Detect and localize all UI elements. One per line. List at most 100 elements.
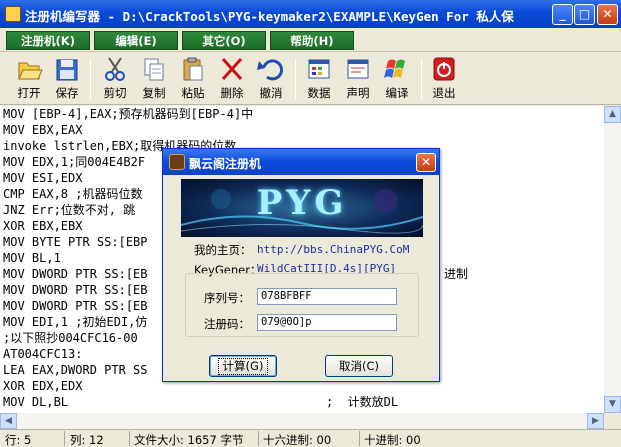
- serial-field[interactable]: 078BFBFF: [257, 288, 397, 305]
- keygen-app-icon: [169, 154, 185, 170]
- pyg-banner: PYG: [181, 179, 423, 237]
- exit-button[interactable]: 退出: [427, 55, 461, 103]
- dialog-titlebar[interactable]: 飘云阁注册机 ✕: [163, 149, 439, 175]
- cut-label: 剪切: [103, 86, 127, 100]
- main-titlebar[interactable]: 注册机编写器 - D:\CrackTools\PYG-keymaker2\EXA…: [0, 0, 621, 28]
- save-label: 保存: [55, 86, 79, 100]
- horizontal-scrollbar[interactable]: ◀ ▶: [0, 413, 604, 429]
- copy-label: 复制: [142, 86, 166, 100]
- compile-button[interactable]: 编译: [380, 55, 414, 103]
- keygen-dialog: 飘云阁注册机 ✕ PYG 我的主页： http://bbs.ChinaPYG.C…: [162, 148, 440, 382]
- code-line: JNZ Err;位数不对, 跳: [3, 203, 136, 217]
- delete-x-icon: [221, 57, 243, 81]
- undo-label: 撤消: [259, 86, 283, 100]
- open-button[interactable]: 打开: [12, 55, 46, 103]
- status-hex: 十六进制: 00: [263, 433, 332, 447]
- homepage-label: 我的主页：: [194, 243, 252, 257]
- menu-bar: 注册机(K) 编辑(E) 其它(O) 帮助(H): [0, 28, 621, 52]
- menu-help[interactable]: 帮助(H): [270, 31, 354, 50]
- status-divider: [129, 431, 130, 446]
- code-line: MOV DWORD PTR SS:[EB: [3, 299, 148, 313]
- scissors-icon: [105, 57, 125, 81]
- code-line: XOR EDX,EDX: [3, 379, 83, 393]
- undo-icon: [257, 59, 283, 81]
- menu-edit[interactable]: 编辑(E): [94, 31, 178, 50]
- scrollbar-corner: [604, 413, 621, 429]
- open-folder-icon: [18, 62, 43, 80]
- copy-icon: [144, 58, 164, 81]
- close-button[interactable]: ✕: [597, 4, 618, 25]
- scroll-left-arrow-icon[interactable]: ◀: [0, 413, 17, 429]
- copy-button[interactable]: 复制: [137, 55, 171, 103]
- data-button[interactable]: 数据: [302, 55, 336, 103]
- toolbar-separator: [90, 59, 91, 99]
- paste-label: 粘贴: [181, 86, 205, 100]
- dialog-close-button[interactable]: ✕: [416, 153, 436, 172]
- banner-title: PYG: [256, 183, 348, 223]
- calculate-button[interactable]: 计算(G): [209, 355, 277, 377]
- status-divider: [64, 431, 65, 446]
- status-filesize: 文件大小: 1657 字节: [134, 433, 244, 447]
- paste-button[interactable]: 粘贴: [176, 55, 210, 103]
- declare-label: 声明: [346, 86, 370, 100]
- delete-label: 删除: [220, 86, 244, 100]
- menu-keygen[interactable]: 注册机(K): [6, 31, 90, 50]
- code-line: LEA EAX,DWORD PTR SS: [3, 363, 148, 377]
- code-line: MOV EBX,EAX: [3, 123, 83, 137]
- code-line: MOV BYTE PTR SS:[EBP: [3, 235, 148, 249]
- status-row: 行: 5: [5, 433, 32, 447]
- code-line: MOV EDI,1 ;初始EDI,仿: [3, 315, 148, 329]
- cut-button[interactable]: 剪切: [98, 55, 132, 103]
- code-line: MOV DL,BL: [3, 395, 69, 409]
- toolbar-separator: [421, 59, 422, 99]
- exit-label: 退出: [432, 86, 456, 100]
- minimize-button[interactable]: _: [552, 4, 573, 25]
- scroll-up-arrow-icon[interactable]: ▲: [604, 106, 621, 123]
- code-line: MOV BL,1: [3, 251, 61, 265]
- toolbar: 打开 保存 剪切 复制 粘贴 删除 撤消 数据 声明 编译 退出: [0, 53, 621, 105]
- open-label: 打开: [17, 86, 41, 100]
- floppy-disk-icon: [56, 59, 78, 81]
- window-title: 注册机编写器 - D:\CrackTools\PYG-keymaker2\EXA…: [25, 9, 514, 24]
- power-exit-icon: [433, 57, 455, 81]
- code-line: MOV [EBP-4],EAX;预存机器码到[EBP-4]中: [3, 107, 254, 121]
- paste-icon: [183, 57, 203, 81]
- status-divider: [258, 431, 259, 446]
- compile-flag-icon: [384, 59, 405, 78]
- code-line: CMP EAX,8 ;机器码位数: [3, 187, 143, 201]
- status-dec: 十进制: 00: [364, 433, 421, 447]
- data-label: 数据: [307, 86, 331, 100]
- vertical-scrollbar[interactable]: ▲ ▼: [604, 106, 621, 413]
- cancel-button-label: 取消(C): [338, 359, 379, 373]
- delete-button[interactable]: 删除: [215, 55, 249, 103]
- regcode-label: 注册码：: [204, 317, 250, 331]
- homepage-link[interactable]: http://bbs.ChinaPYG.CoM: [257, 243, 409, 256]
- declare-button[interactable]: 声明: [341, 55, 375, 103]
- regcode-field[interactable]: 079@0O]p: [257, 314, 397, 331]
- code-line: XOR EBX,EBX: [3, 219, 83, 233]
- menu-other[interactable]: 其它(O): [182, 31, 266, 50]
- scroll-right-arrow-icon[interactable]: ▶: [587, 413, 604, 429]
- dialog-title: 飘云阁注册机: [189, 157, 262, 171]
- code-line: MOV DWORD PTR SS:[EB: [3, 283, 148, 297]
- maximize-button[interactable]: □: [574, 4, 595, 25]
- code-line-fragment: ; 计数放DL: [326, 395, 399, 409]
- undo-button[interactable]: 撤消: [254, 55, 288, 103]
- cancel-button[interactable]: 取消(C): [325, 355, 393, 377]
- code-line: MOV EDX,1;同004E4B2F: [3, 155, 146, 169]
- declare-form-icon: [347, 59, 369, 79]
- calculate-button-label: 计算(G): [217, 358, 269, 375]
- scroll-down-arrow-icon[interactable]: ▼: [604, 396, 621, 413]
- serial-label: 序列号：: [204, 291, 250, 305]
- data-grid-icon: [308, 59, 330, 79]
- status-divider: [359, 431, 360, 446]
- code-line: MOV ESI,EDX: [3, 171, 83, 185]
- registration-group: 序列号： 078BFBFF 注册码： 079@0O]p: [185, 273, 419, 337]
- status-bar: 行: 5 列: 12 文件大小: 1657 字节 十六进制: 00 十进制: 0…: [0, 429, 621, 447]
- status-col: 列: 12: [70, 433, 104, 447]
- compile-label: 编译: [385, 86, 409, 100]
- app-icon: [5, 6, 21, 22]
- save-button[interactable]: 保存: [50, 55, 84, 103]
- code-line: MOV DWORD PTR SS:[EB: [3, 267, 148, 281]
- code-line: ;以下照抄004CFC16-00: [3, 331, 138, 345]
